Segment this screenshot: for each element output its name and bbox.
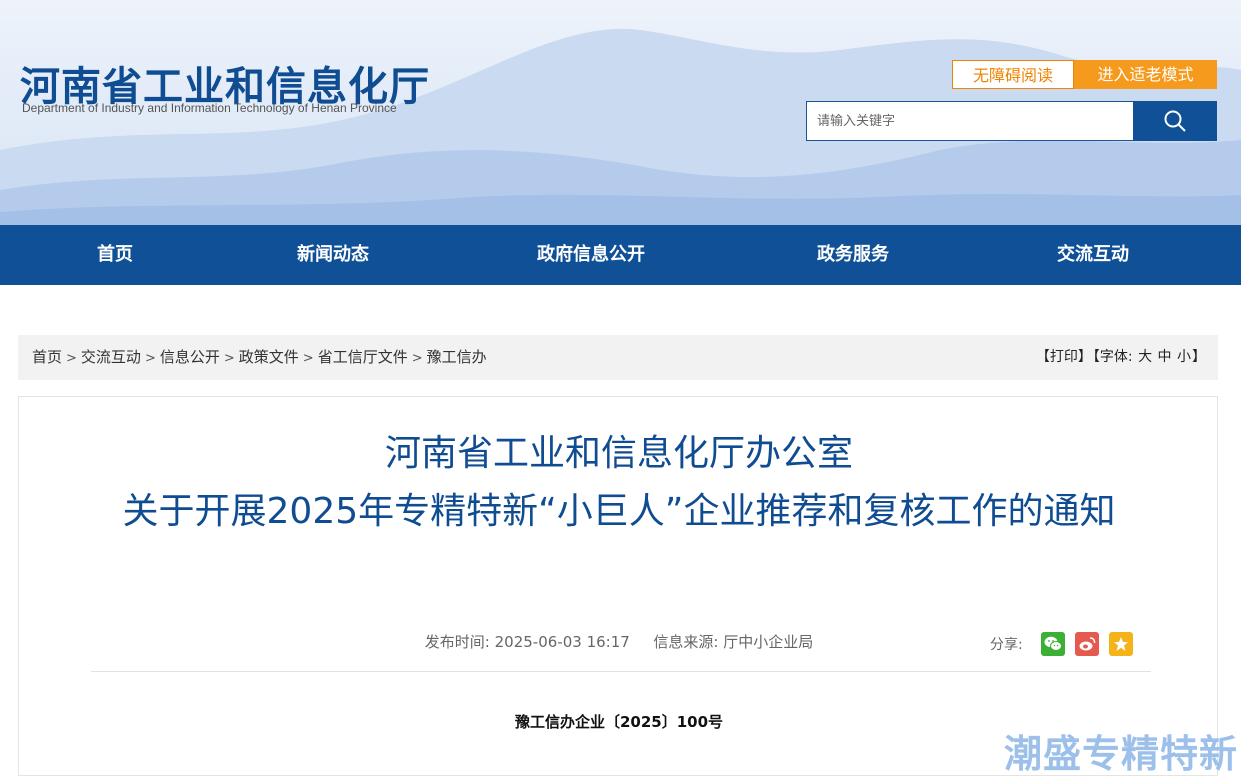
search-icon xyxy=(1164,110,1186,132)
nav-item-services[interactable]: 政务服务 xyxy=(817,225,889,285)
breadcrumb-item-info-public[interactable]: 信息公开 xyxy=(160,348,220,366)
share-label: 分享: xyxy=(990,637,1023,653)
breadcrumb-bar: 首页 > 交流互动 > 信息公开 > 政策文件 > 省工信厅文件 > 豫工信办 【打印】【字体: 大… xyxy=(18,335,1218,380)
breadcrumb-item-dept-files[interactable]: 省工信厅文件 xyxy=(318,348,408,366)
article-title-line-2: 关于开展2025年专精特新“小巨人”企业推荐和复核工作的通知 xyxy=(122,491,1116,532)
accessibility-reading-button[interactable]: 无障碍阅读 xyxy=(952,60,1074,89)
font-medium-button[interactable]: 中 xyxy=(1158,349,1172,365)
search-input[interactable] xyxy=(806,101,1134,141)
wechat-share-button[interactable] xyxy=(1040,632,1065,656)
breadcrumb: 首页 > 交流互动 > 信息公开 > 政策文件 > 省工信厅文件 > 豫工信办 xyxy=(32,335,487,380)
page-tools: 【打印】【字体: 大 中 小】 xyxy=(1035,335,1206,380)
publish-time-label: 发布时间: xyxy=(424,633,490,651)
weibo-share-button[interactable] xyxy=(1074,632,1099,656)
breadcrumb-separator: > xyxy=(411,351,423,366)
nav-item-interaction[interactable]: 交流互动 xyxy=(1057,225,1129,285)
font-size-label: 【字体: xyxy=(1092,349,1133,365)
share-bar: 分享: xyxy=(990,631,1133,657)
favorite-share-button[interactable] xyxy=(1108,632,1133,656)
breadcrumb-item-home[interactable]: 首页 xyxy=(32,348,62,366)
breadcrumb-item-office[interactable]: 豫工信办 xyxy=(427,348,487,366)
breadcrumb-separator: > xyxy=(302,351,314,366)
article-title-line-1: 河南省工业和信息化厅办公室 xyxy=(384,433,853,474)
nav-item-news[interactable]: 新闻动态 xyxy=(297,225,369,285)
wechat-icon xyxy=(1044,636,1062,651)
search-button[interactable] xyxy=(1133,101,1217,141)
font-small-button[interactable]: 小 xyxy=(1177,349,1191,365)
article-title: 河南省工业和信息化厅办公室 关于开展2025年专精特新“小巨人”企业推荐和复核工… xyxy=(79,425,1159,541)
source: 厅中小企业局 xyxy=(723,633,814,651)
publish-time: 2025-06-03 16:17 xyxy=(494,633,630,651)
print-button[interactable]: 【打印】 xyxy=(1036,349,1092,365)
breadcrumb-separator: > xyxy=(66,351,77,366)
font-large-button[interactable]: 大 xyxy=(1138,349,1152,365)
nav-item-gov-info[interactable]: 政府信息公开 xyxy=(537,225,645,285)
watermark-text: 潮盛专精特新 xyxy=(1004,732,1239,776)
source-label: 信息来源: xyxy=(653,633,719,651)
breadcrumb-item-interaction[interactable]: 交流互动 xyxy=(81,348,141,366)
breadcrumb-separator: > xyxy=(144,351,156,366)
meta-divider xyxy=(91,671,1151,672)
star-icon xyxy=(1113,637,1128,651)
site-header: 河南省工业和信息化厅 Department of Industry and In… xyxy=(0,0,1241,225)
font-size-bracket: 】 xyxy=(1192,349,1206,365)
nav-item-home[interactable]: 首页 xyxy=(97,225,133,285)
elder-mode-button[interactable]: 进入适老模式 xyxy=(1074,60,1217,89)
site-subtitle: Department of Industry and Information T… xyxy=(22,101,397,115)
breadcrumb-separator: > xyxy=(223,351,235,366)
main-nav: 首页 新闻动态 政府信息公开 政务服务 交流互动 xyxy=(0,225,1241,285)
article-panel: 河南省工业和信息化厅办公室 关于开展2025年专精特新“小巨人”企业推荐和复核工… xyxy=(18,396,1218,776)
breadcrumb-item-policy[interactable]: 政策文件 xyxy=(239,348,299,366)
weibo-icon xyxy=(1079,637,1095,651)
